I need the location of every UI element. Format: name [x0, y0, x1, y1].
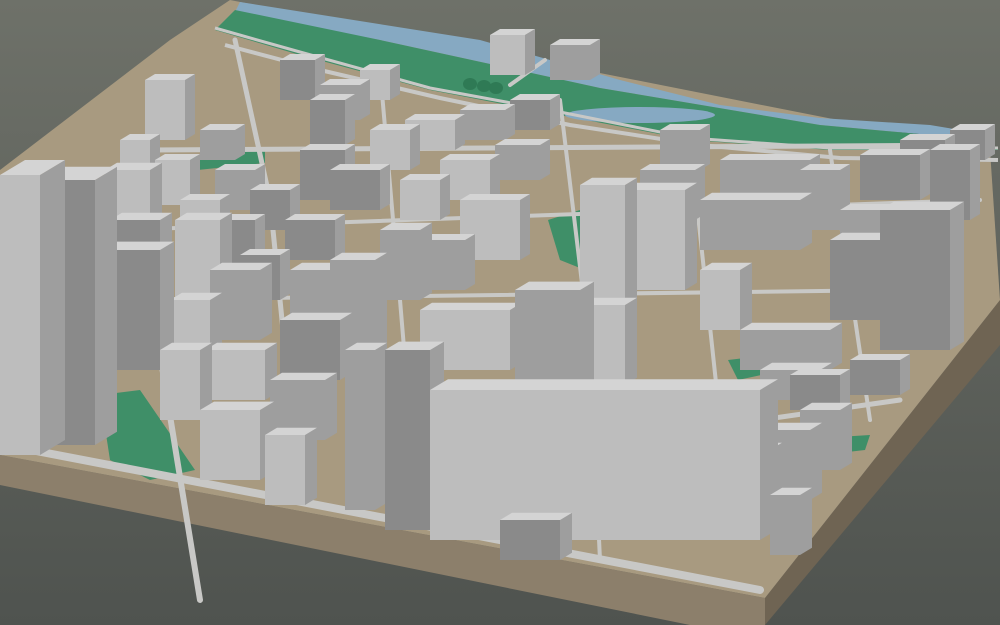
building	[700, 192, 812, 250]
building	[265, 427, 317, 505]
building	[145, 74, 195, 140]
building	[370, 124, 420, 170]
building	[495, 139, 550, 180]
3d-viewport[interactable]	[0, 0, 1000, 625]
building	[285, 214, 345, 260]
building	[700, 262, 752, 330]
building	[515, 281, 594, 390]
pond	[565, 107, 715, 123]
building	[850, 354, 910, 395]
building	[280, 312, 352, 380]
building	[280, 54, 325, 100]
building	[490, 29, 535, 75]
building	[460, 104, 515, 140]
building	[430, 379, 778, 540]
building	[345, 342, 387, 510]
building	[200, 401, 274, 480]
building	[330, 164, 390, 210]
building	[550, 39, 600, 80]
building	[770, 487, 812, 555]
building	[860, 149, 930, 200]
city-model-scene	[0, 0, 1000, 625]
building	[310, 94, 355, 145]
building	[200, 124, 245, 160]
building	[510, 94, 560, 130]
building	[660, 124, 710, 170]
building	[500, 512, 572, 560]
building	[0, 160, 65, 455]
building	[380, 222, 432, 300]
building	[205, 342, 277, 400]
building	[400, 174, 450, 220]
building	[880, 201, 964, 350]
